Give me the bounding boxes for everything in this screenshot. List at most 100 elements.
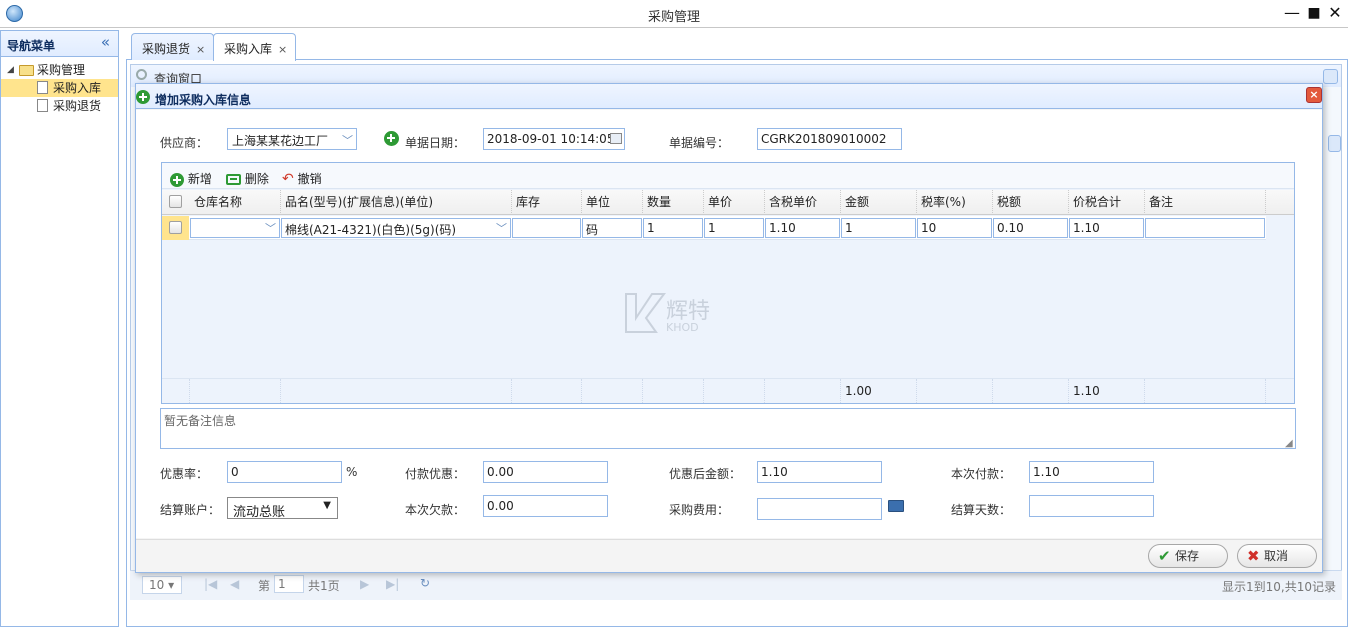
- nav-title: 导航菜单: [7, 39, 56, 53]
- tax-rate-field[interactable]: 10: [917, 218, 992, 238]
- col-product[interactable]: 品名(型号)(扩展信息)(单位): [281, 190, 512, 215]
- tree-root-label: 采购管理: [37, 63, 86, 77]
- close-button[interactable]: ✕: [1325, 3, 1345, 23]
- prev-page-icon[interactable]: ◀: [230, 577, 239, 591]
- supplier-value: 上海某某花边工厂: [232, 134, 329, 148]
- after-discount-input[interactable]: 1.10: [757, 461, 882, 483]
- fee-label: 采购费用：: [669, 503, 730, 517]
- tree-item-purchase-in[interactable]: 采购入库: [1, 79, 118, 97]
- col-note[interactable]: 备注: [1145, 190, 1266, 215]
- tax-price-field[interactable]: 1.10: [765, 218, 840, 238]
- this-payment-label: 本次付款：: [951, 467, 1012, 481]
- panel-tool-button[interactable]: [1328, 135, 1341, 152]
- add-row-button[interactable]: 新增: [170, 170, 212, 187]
- price-field[interactable]: 1: [704, 218, 764, 238]
- nav-panel: 导航菜单 « ◢ 采购管理 采购入库 采购退货: [0, 30, 119, 627]
- page-input[interactable]: 1: [274, 575, 304, 593]
- dialog-footer: [136, 539, 1322, 572]
- chevron-down-icon[interactable]: ﹀: [265, 220, 276, 236]
- minimize-button[interactable]: —: [1282, 3, 1302, 23]
- date-input[interactable]: 2018-09-01 10:14:05: [483, 128, 625, 150]
- tax-field[interactable]: 0.10: [993, 218, 1068, 238]
- col-qty[interactable]: 数量: [643, 190, 704, 215]
- document-icon: [37, 81, 48, 94]
- window-title: 采购管理: [647, 10, 700, 25]
- col-price[interactable]: 单价: [704, 190, 765, 215]
- undo-icon: ↶: [282, 171, 294, 187]
- dialog-close-button[interactable]: ×: [1306, 87, 1322, 103]
- stock-field[interactable]: [512, 218, 581, 238]
- days-input[interactable]: [1029, 495, 1154, 517]
- row-checkbox[interactable]: [169, 221, 182, 234]
- col-tax[interactable]: 税额: [993, 190, 1069, 215]
- dropdown-arrow-icon[interactable]: ▼: [323, 500, 331, 511]
- fee-input[interactable]: [757, 498, 882, 520]
- supplier-select[interactable]: 上海某某花边工厂 ﹀: [227, 128, 357, 150]
- tab-purchase-return[interactable]: 采购退货 ×: [131, 33, 215, 60]
- next-page-icon[interactable]: ▶: [360, 577, 369, 591]
- folder-icon: [19, 65, 34, 76]
- maximize-button[interactable]: ■: [1304, 3, 1324, 23]
- col-tax-rate[interactable]: 税率(%): [917, 190, 993, 215]
- save-button[interactable]: ✔ 保存: [1148, 544, 1228, 568]
- refresh-icon[interactable]: ↻: [420, 576, 430, 590]
- chevron-down-icon[interactable]: ﹀: [496, 220, 507, 236]
- total-field[interactable]: 1.10: [1069, 218, 1144, 238]
- col-amount[interactable]: 金额: [841, 190, 917, 215]
- number-input[interactable]: CGRK201809010002: [757, 128, 902, 150]
- search-icon: [136, 69, 147, 80]
- last-page-icon[interactable]: ▶|: [386, 577, 399, 591]
- col-total[interactable]: 价税合计: [1069, 190, 1145, 215]
- resize-handle-icon[interactable]: ◢: [1285, 438, 1293, 449]
- tab-close-icon[interactable]: ×: [278, 43, 287, 56]
- tree-root[interactable]: ◢ 采购管理: [1, 61, 118, 79]
- select-all-checkbox[interactable]: [169, 195, 182, 208]
- cancel-button[interactable]: ✖ 取消: [1237, 544, 1317, 568]
- page-total: 共1页: [308, 579, 340, 593]
- col-warehouse[interactable]: 仓库名称: [190, 190, 281, 215]
- discount-rate-input[interactable]: 0: [227, 461, 342, 483]
- amount-field[interactable]: 1: [841, 218, 916, 238]
- tab-close-icon[interactable]: ×: [196, 43, 205, 56]
- col-stock[interactable]: 库存: [512, 190, 582, 215]
- note-field[interactable]: [1145, 218, 1265, 238]
- collapse-icon[interactable]: «: [101, 33, 110, 51]
- product-select[interactable]: 棉线(A21-4321)(白色)(5g)(码) ﹀: [281, 218, 511, 238]
- tab-label: 采购入库: [224, 42, 273, 56]
- pay-discount-label: 付款优惠：: [405, 467, 466, 481]
- delete-row-button[interactable]: 删除: [226, 170, 269, 187]
- add-supplier-icon[interactable]: [383, 131, 399, 146]
- qty-field[interactable]: 1: [643, 218, 703, 238]
- first-page-icon[interactable]: |◀: [204, 577, 217, 591]
- check-icon: ✔: [1158, 547, 1171, 565]
- this-payment-input[interactable]: 1.10: [1029, 461, 1154, 483]
- folder-icon[interactable]: [888, 500, 904, 512]
- after-discount-label: 优惠后金额：: [669, 467, 742, 481]
- undo-button[interactable]: ↶ 撤销: [282, 170, 322, 187]
- col-tax-price[interactable]: 含税单价: [765, 190, 841, 215]
- remark-textarea[interactable]: 暂无备注信息: [160, 408, 1296, 449]
- tab-bar: 采购退货 × 采购入库 ×: [126, 30, 1348, 61]
- account-select[interactable]: 流动总账 ▼: [227, 497, 338, 519]
- page-size-select[interactable]: 10 ▾: [142, 576, 182, 594]
- footer-total: 1.10: [1069, 379, 1145, 403]
- tab-purchase-in[interactable]: 采购入库 ×: [213, 33, 297, 61]
- pay-discount-input[interactable]: 0.00: [483, 461, 608, 483]
- panel-collapse-button[interactable]: [1323, 69, 1338, 84]
- watermark-text-en: KHOD: [666, 321, 699, 334]
- days-label: 结算天数：: [951, 503, 1012, 517]
- unit-field[interactable]: 码: [582, 218, 642, 238]
- warehouse-select[interactable]: ﹀: [190, 218, 280, 238]
- tree-item-label: 采购入库: [53, 81, 102, 95]
- arrears-input[interactable]: 0.00: [483, 495, 608, 517]
- chevron-down-icon[interactable]: ﹀: [342, 132, 353, 148]
- minus-icon: [226, 174, 241, 185]
- grid-header: 仓库名称 品名(型号)(扩展信息)(单位) 库存 单位 数量 单价 含税单价 金…: [162, 190, 1294, 215]
- tree-item-purchase-return[interactable]: 采购退货: [1, 97, 118, 115]
- dialog-header: [136, 84, 1322, 109]
- col-unit[interactable]: 单位: [582, 190, 643, 215]
- calendar-icon[interactable]: [610, 133, 622, 144]
- expand-triangle-icon[interactable]: ◢: [7, 61, 14, 79]
- supplier-label: 供应商：: [160, 136, 209, 150]
- footer-amount: 1.00: [841, 379, 917, 403]
